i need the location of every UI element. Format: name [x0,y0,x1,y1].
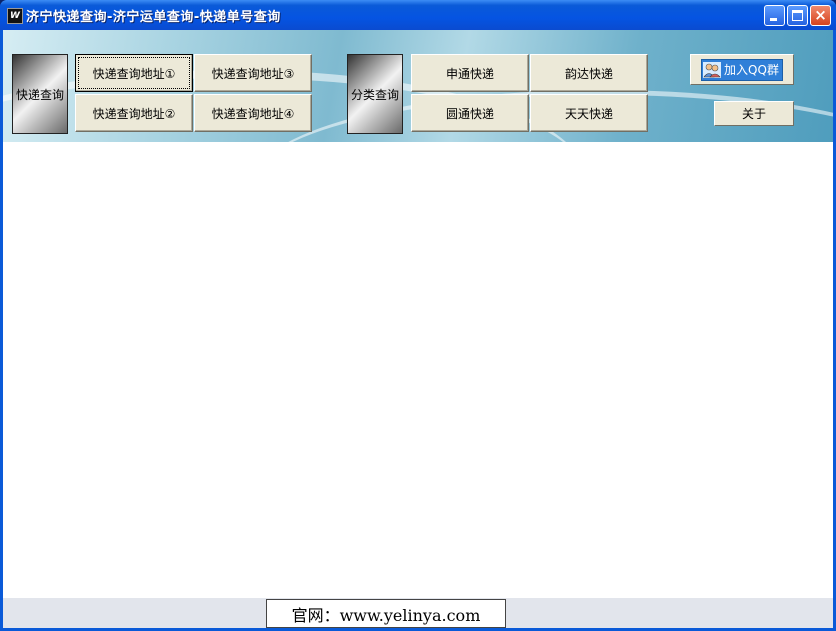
window-title: 济宁快递查询-济宁运单查询-快递单号查询 [26,10,281,25]
content-area [3,142,833,598]
app-window: W 济宁快递查询-济宁运单查询-快递单号查询 × 快递查询 快递查询地址① 快递… [0,0,836,631]
tiantian-express-button[interactable]: 天天快递 [530,94,648,132]
maximize-button[interactable] [787,5,808,26]
express-query-caption: 快递查询 [12,54,68,134]
yto-express-button[interactable]: 圆通快递 [411,94,529,132]
maximize-icon [792,10,803,21]
title-bar[interactable]: W 济宁快递查询-济宁运单查询-快递单号查询 × [0,0,836,30]
express-query-address-4-button[interactable]: 快递查询地址④ [194,94,312,132]
client-area: 快递查询 快递查询地址① 快递查询地址③ 快递查询地址② 快递查询地址④ 分类查… [3,30,833,628]
qq-group-icon [703,61,722,78]
yunda-express-button[interactable]: 韵达快递 [530,54,648,92]
express-query-address-3-button[interactable]: 快递查询地址③ [194,54,312,92]
toolbar-banner: 快递查询 快递查询地址① 快递查询地址③ 快递查询地址② 快递查询地址④ 分类查… [3,30,833,142]
website-label[interactable]: 官网：www.yelinya.com [266,599,506,628]
close-icon: × [814,6,827,24]
category-query-caption: 分类查询 [347,54,403,134]
join-qq-group-button[interactable]: 加入QQ群 [690,54,794,85]
close-button[interactable]: × [810,5,831,26]
express-query-address-2-button[interactable]: 快递查询地址② [75,94,193,132]
about-button[interactable]: 关于 [714,101,794,126]
sto-express-button[interactable]: 申通快递 [411,54,529,92]
qq-button-face: 加入QQ群 [701,58,783,81]
minimize-icon [770,18,777,21]
status-bar: 官网：www.yelinya.com [3,598,833,628]
minimize-button[interactable] [764,5,785,26]
app-icon[interactable]: W [7,8,23,24]
express-query-address-1-button[interactable]: 快递查询地址① [75,54,193,92]
qq-button-label: 加入QQ群 [724,63,779,77]
